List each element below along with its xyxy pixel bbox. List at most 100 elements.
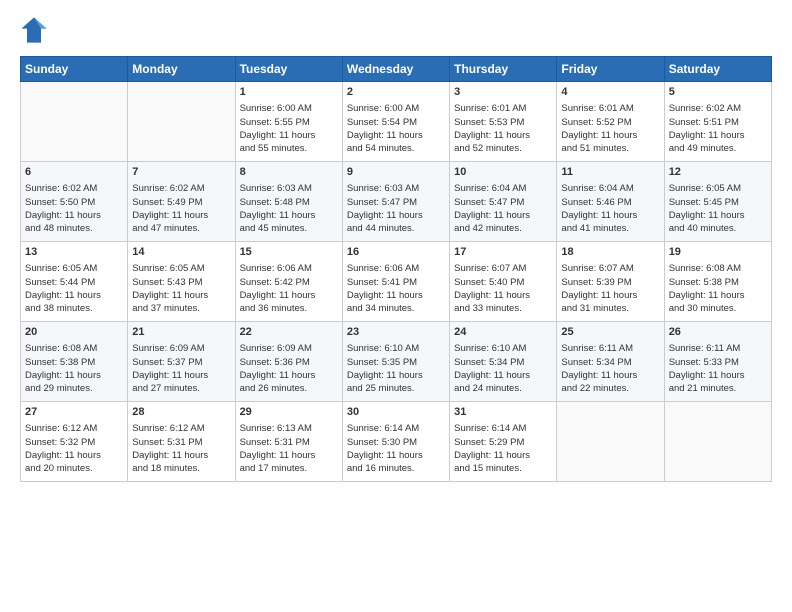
day-number: 24 xyxy=(454,325,552,340)
day-number: 4 xyxy=(561,85,659,100)
day-info-line: Sunrise: 6:09 AM xyxy=(240,342,338,355)
day-number: 17 xyxy=(454,245,552,260)
calendar-cell: 30Sunrise: 6:14 AMSunset: 5:30 PMDayligh… xyxy=(342,402,449,482)
day-info-line: Sunrise: 6:14 AM xyxy=(454,422,552,435)
day-number: 6 xyxy=(25,165,123,180)
day-info-line: Sunrise: 6:08 AM xyxy=(25,342,123,355)
day-info-line: and 45 minutes. xyxy=(240,222,338,235)
day-info-line: Daylight: 11 hours xyxy=(132,369,230,382)
day-info-line: Sunset: 5:44 PM xyxy=(25,276,123,289)
calendar-header: SundayMondayTuesdayWednesdayThursdayFrid… xyxy=(21,57,772,82)
day-info-line: and 25 minutes. xyxy=(347,382,445,395)
day-info-line: Daylight: 11 hours xyxy=(240,289,338,302)
logo xyxy=(20,16,52,44)
calendar-cell: 20Sunrise: 6:08 AMSunset: 5:38 PMDayligh… xyxy=(21,322,128,402)
day-info-line: Sunset: 5:52 PM xyxy=(561,116,659,129)
day-info-line: and 47 minutes. xyxy=(132,222,230,235)
day-number: 27 xyxy=(25,405,123,420)
day-info-line: and 48 minutes. xyxy=(25,222,123,235)
calendar-cell: 12Sunrise: 6:05 AMSunset: 5:45 PMDayligh… xyxy=(664,162,771,242)
calendar-cell xyxy=(128,82,235,162)
day-info-line: Sunrise: 6:07 AM xyxy=(454,262,552,275)
calendar-cell: 16 Sunrise: 6:06 AMSunset: 5:41 PMDayligh… xyxy=(342,242,449,322)
day-info-line: Sunrise: 6:06 AM xyxy=(347,262,445,275)
day-info-line: Sunrise: 6:11 AM xyxy=(561,342,659,355)
calendar-cell: 19Sunrise: 6:08 AMSunset: 5:38 PMDayligh… xyxy=(664,242,771,322)
header-cell-wednesday: Wednesday xyxy=(342,57,449,82)
day-info-line: Daylight: 11 hours xyxy=(347,369,445,382)
day-info-line: Sunset: 5:49 PM xyxy=(132,196,230,209)
calendar-cell: 29Sunrise: 6:13 AMSunset: 5:31 PMDayligh… xyxy=(235,402,342,482)
calendar-cell: 2Sunrise: 6:00 AMSunset: 5:54 PMDaylight… xyxy=(342,82,449,162)
calendar-cell: 27 Sunrise: 6:12 AMSunset: 5:32 PMDayligh… xyxy=(21,402,128,482)
calendar-cell: 3Sunrise: 6:01 AMSunset: 5:53 PMDaylight… xyxy=(450,82,557,162)
day-info-line: and 38 minutes. xyxy=(25,302,123,315)
day-number: 22 xyxy=(240,325,338,340)
calendar-cell: 11Sunrise: 6:04 AMSunset: 5:46 PMDayligh… xyxy=(557,162,664,242)
day-info-line: Daylight: 11 hours xyxy=(669,209,767,222)
day-info-line: Daylight: 11 hours xyxy=(347,209,445,222)
day-info-line: Sunrise: 6:07 AM xyxy=(561,262,659,275)
day-info-line: and 51 minutes. xyxy=(561,142,659,155)
day-info-line: Daylight: 11 hours xyxy=(347,449,445,462)
day-info-line: Sunrise: 6:13 AM xyxy=(240,422,338,435)
day-info-line: Sunrise: 6:00 AM xyxy=(347,102,445,115)
day-info-line: Sunrise: 6:02 AM xyxy=(669,102,767,115)
day-info-line: Sunrise: 6:01 AM xyxy=(561,102,659,115)
calendar-cell: 21Sunrise: 6:09 AMSunset: 5:37 PMDayligh… xyxy=(128,322,235,402)
day-info-line: Sunrise: 6:11 AM xyxy=(669,342,767,355)
day-number: 31 xyxy=(454,405,552,420)
day-info-line: Sunset: 5:53 PM xyxy=(454,116,552,129)
day-number: 21 xyxy=(132,325,230,340)
day-info-line: and 22 minutes. xyxy=(561,382,659,395)
day-info-line: Sunrise: 6:04 AM xyxy=(454,182,552,195)
day-number: 26 xyxy=(669,325,767,340)
day-info-line: Daylight: 11 hours xyxy=(240,129,338,142)
day-number: 8 xyxy=(240,165,338,180)
day-info-line: Daylight: 11 hours xyxy=(454,369,552,382)
day-info-line: and 17 minutes. xyxy=(240,462,338,475)
day-info-line: and 42 minutes. xyxy=(454,222,552,235)
day-info-line: Sunset: 5:37 PM xyxy=(132,356,230,369)
calendar-cell: 6Sunrise: 6:02 AMSunset: 5:50 PMDaylight… xyxy=(21,162,128,242)
day-number: 16 xyxy=(347,245,445,260)
day-info-line: Sunset: 5:31 PM xyxy=(132,436,230,449)
header xyxy=(20,16,772,44)
day-info-line: Daylight: 11 hours xyxy=(347,289,445,302)
day-info-line: Sunrise: 6:05 AM xyxy=(669,182,767,195)
calendar-cell xyxy=(664,402,771,482)
day-info-line: Sunset: 5:32 PM xyxy=(25,436,123,449)
day-info-line: and 20 minutes. xyxy=(25,462,123,475)
day-info-line: Sunset: 5:47 PM xyxy=(347,196,445,209)
day-info-line: Sunrise: 6:14 AM xyxy=(347,422,445,435)
day-number: 30 xyxy=(347,405,445,420)
day-info-line: Daylight: 11 hours xyxy=(240,209,338,222)
day-info-line: Daylight: 11 hours xyxy=(25,449,123,462)
day-number: 5 xyxy=(669,85,767,100)
day-info-line: Daylight: 11 hours xyxy=(132,449,230,462)
calendar-cell: 28Sunrise: 6:12 AMSunset: 5:31 PMDayligh… xyxy=(128,402,235,482)
day-info-line: Sunset: 5:34 PM xyxy=(561,356,659,369)
calendar-cell: 23Sunrise: 6:10 AMSunset: 5:35 PMDayligh… xyxy=(342,322,449,402)
day-info-line: Sunset: 5:33 PM xyxy=(669,356,767,369)
calendar-cell: 24Sunrise: 6:10 AMSunset: 5:34 PMDayligh… xyxy=(450,322,557,402)
day-info-line: and 24 minutes. xyxy=(454,382,552,395)
day-info-line: Daylight: 11 hours xyxy=(669,369,767,382)
day-info-line: Sunrise: 6:12 AM xyxy=(25,422,123,435)
calendar-cell xyxy=(557,402,664,482)
page-container: SundayMondayTuesdayWednesdayThursdayFrid… xyxy=(0,0,792,492)
day-info-line: Sunset: 5:31 PM xyxy=(240,436,338,449)
day-info-line: Daylight: 11 hours xyxy=(25,369,123,382)
day-info-line: Sunset: 5:42 PM xyxy=(240,276,338,289)
day-info-line: Sunrise: 6:00 AM xyxy=(240,102,338,115)
calendar-cell: 25Sunrise: 6:11 AMSunset: 5:34 PMDayligh… xyxy=(557,322,664,402)
calendar-cell: 15Sunrise: 6:06 AMSunset: 5:42 PMDayligh… xyxy=(235,242,342,322)
day-number: 23 xyxy=(347,325,445,340)
day-number: 18 xyxy=(561,245,659,260)
day-number: 2 xyxy=(347,85,445,100)
day-info-line: Daylight: 11 hours xyxy=(669,289,767,302)
day-info-line: Sunset: 5:43 PM xyxy=(132,276,230,289)
day-info-line: Sunset: 5:41 PM xyxy=(347,276,445,289)
day-info-line: Sunset: 5:40 PM xyxy=(454,276,552,289)
day-info-line: Sunset: 5:36 PM xyxy=(240,356,338,369)
